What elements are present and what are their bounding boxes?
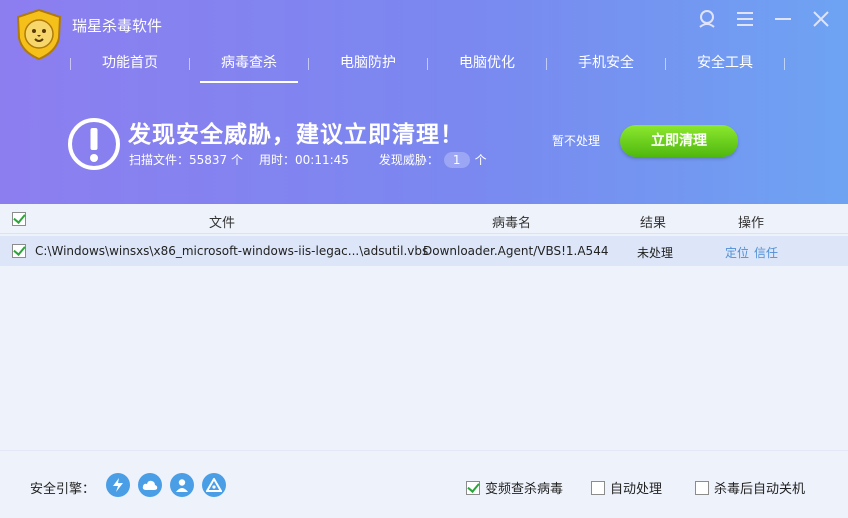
tab-security-tools[interactable]: 安全工具 <box>666 45 784 83</box>
alert-title: 发现安全威胁，建议立即清理！ <box>128 122 464 148</box>
window-controls <box>694 8 834 30</box>
option-label: 变频查杀病毒 <box>485 482 564 497</box>
table-row[interactable]: C:\Windows\winsxs\x86_microsoft-windows-… <box>0 236 848 266</box>
user-icon[interactable] <box>170 473 194 497</box>
scanned-files-count: 扫描文件：55837 个 <box>129 153 243 167</box>
threats-count-badge: 1 <box>443 151 470 168</box>
triangle-icon[interactable] <box>202 473 226 497</box>
result-status: 未处理 <box>637 246 674 260</box>
option-frequency-scan[interactable]: 变频查杀病毒 <box>466 478 563 497</box>
clean-now-button[interactable]: 立即清理 <box>620 125 738 157</box>
option-label: 杀毒后自动关机 <box>714 482 806 497</box>
option-auto-shutdown[interactable]: 杀毒后自动关机 <box>695 478 805 497</box>
warning-icon <box>68 118 120 170</box>
tab-protection[interactable]: 电脑防护 <box>309 45 427 83</box>
row-checkbox[interactable] <box>12 244 26 258</box>
close-icon[interactable] <box>808 8 834 30</box>
tab-home[interactable]: 功能首页 <box>71 45 189 83</box>
column-header-result: 结果 <box>640 216 667 231</box>
select-all-checkbox[interactable] <box>12 212 26 226</box>
lion-logo-icon <box>16 8 62 60</box>
locate-link[interactable]: 定位 <box>725 244 749 261</box>
table-header: 文件 病毒名 结果 操作 <box>0 204 848 234</box>
threats-unit: 个 <box>474 153 487 167</box>
frequency-scan-checkbox[interactable] <box>466 480 480 495</box>
scan-duration: 用时：00:11:45 <box>259 153 349 167</box>
option-label: 自动处理 <box>610 482 663 497</box>
tab-optimize[interactable]: 电脑优化 <box>428 45 546 83</box>
engine-icons <box>106 473 226 497</box>
engine-label: 安全引擎： <box>30 482 96 497</box>
tab-mobile-security[interactable]: 手机安全 <box>547 45 665 83</box>
auto-handle-checkbox[interactable] <box>591 480 605 495</box>
virus-name: Downloader.Agent/VBS!1.A544 <box>423 244 609 258</box>
footer: 安全引擎： 变频查杀病毒 自动处理 杀毒后自动关机 <box>0 450 848 518</box>
minimize-icon[interactable] <box>770 8 796 30</box>
title-bar[interactable]: 瑞星杀毒软件 <box>0 0 848 60</box>
file-path: C:\Windows\winsxs\x86_microsoft-windows-… <box>35 244 429 258</box>
nav-divider <box>784 58 785 70</box>
tab-virus-scan[interactable]: 病毒查杀 <box>190 45 308 83</box>
column-header-file: 文件 <box>209 216 236 231</box>
lightning-icon[interactable] <box>106 473 130 497</box>
cloud-icon[interactable] <box>138 473 162 497</box>
column-header-action: 操作 <box>738 216 765 231</box>
ignore-button[interactable]: 暂不处理 <box>552 132 600 149</box>
main-nav: 功能首页 病毒查杀 电脑防护 电脑优化 手机安全 安全工具 <box>70 45 785 83</box>
threat-list: C:\Windows\winsxs\x86_microsoft-windows-… <box>0 234 848 450</box>
option-auto-handle[interactable]: 自动处理 <box>591 478 662 497</box>
column-header-virus: 病毒名 <box>492 216 532 231</box>
account-icon[interactable] <box>694 8 720 30</box>
trust-link[interactable]: 信任 <box>754 244 778 261</box>
menu-icon[interactable] <box>732 8 758 30</box>
threats-label: 发现威胁： <box>378 153 439 167</box>
scan-stats: 扫描文件：55837 个 用时：00:11:45 发现威胁： 1 个 <box>129 151 487 168</box>
auto-shutdown-checkbox[interactable] <box>695 480 709 495</box>
header: 瑞星杀毒软件 功能首页 病毒查杀 电脑防护 电脑优化 手机安全 安全工具 发现安… <box>0 0 848 204</box>
app-title: 瑞星杀毒软件 <box>72 17 163 35</box>
